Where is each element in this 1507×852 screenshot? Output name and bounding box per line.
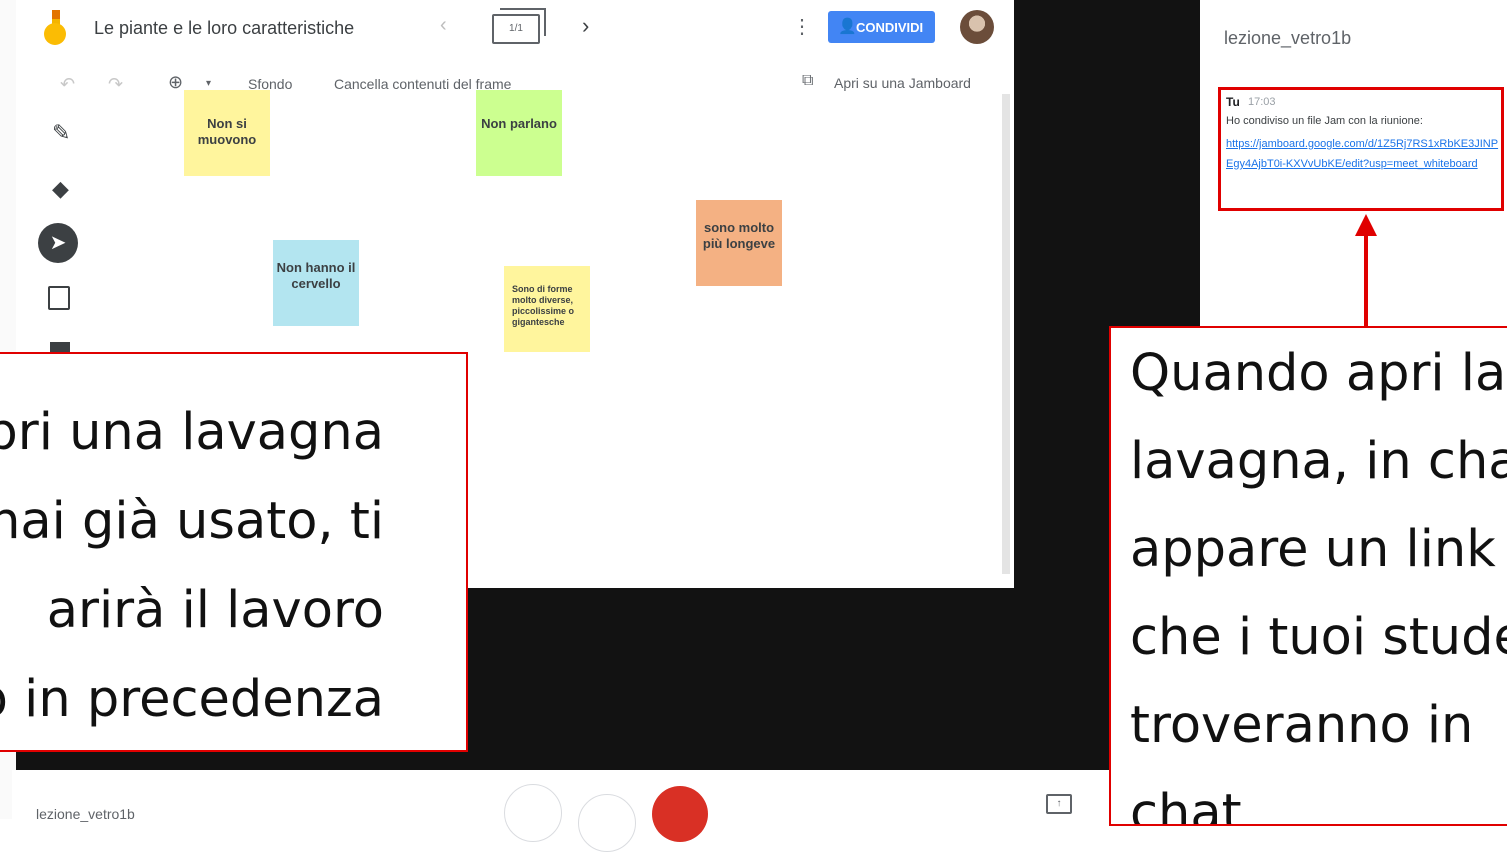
callout-left: pri una lavagna hai già usato, ti arirà … <box>0 352 468 752</box>
callout-line: pri una lavagna <box>0 403 384 462</box>
next-frame-icon[interactable]: › <box>582 13 589 39</box>
arrow-up-icon <box>1355 214 1377 236</box>
chevron-down-icon[interactable]: ▾ <box>206 78 211 89</box>
arrow-shaft <box>1364 232 1368 328</box>
callout-line: lavagna, in cha <box>1130 432 1507 491</box>
canvas-scrollbar[interactable] <box>1002 94 1010 574</box>
sticky-note[interactable]: Sono di forme molto diverse, piccolissim… <box>504 266 590 352</box>
zoom-icon[interactable]: ⊕ <box>168 72 183 93</box>
jamboard-logo-icon <box>44 10 66 45</box>
callout-line: Quando apri la <box>1130 344 1507 403</box>
chat-title: lezione_vetro1b <box>1224 28 1352 48</box>
undo-icon[interactable]: ↶ <box>60 74 75 95</box>
shape-icon[interactable] <box>50 342 70 352</box>
callout-line: chat <box>1130 784 1242 826</box>
callout-right: Quando apri la lavagna, in cha appare un… <box>1109 326 1507 826</box>
sticky-note[interactable]: Non hanno il cervello <box>273 240 359 326</box>
eraser-icon[interactable]: ◆ <box>52 176 69 202</box>
microphone-button[interactable] <box>504 784 562 842</box>
callout-line: o in precedenza <box>0 670 384 729</box>
sticky-note[interactable]: Non parlano <box>476 90 562 176</box>
pen-icon[interactable]: ✎ <box>52 120 70 146</box>
callout-line: troveranno in <box>1130 696 1474 755</box>
meeting-name: lezione_vetro1b <box>36 806 135 822</box>
callout-left-text: pri una lavagna hai già usato, ti arirà … <box>0 388 384 744</box>
select-icon[interactable]: ➤ <box>38 223 78 263</box>
avatar[interactable] <box>960 10 994 44</box>
jamboard-title: Le piante e le loro caratteristiche <box>94 18 355 38</box>
callout-line: che i tuoi stude <box>1130 608 1507 667</box>
callout-right-text: Quando apri la lavagna, in cha appare un… <box>1130 330 1507 826</box>
present-icon[interactable]: ↑ <box>1046 794 1072 814</box>
chat-highlight-box <box>1218 87 1504 211</box>
sticky-note[interactable]: Non si muovono <box>184 90 270 176</box>
redo-icon[interactable]: ↷ <box>108 74 123 95</box>
end-call-button[interactable] <box>578 794 636 852</box>
sticky-note[interactable]: sono molto più longeve <box>696 200 782 286</box>
open-in-jamboard-button[interactable]: Apri su una Jamboard <box>834 75 971 91</box>
person-add-icon: 👤 <box>838 18 857 35</box>
open-external-icon[interactable]: ⧉ <box>802 72 813 90</box>
callout-line: hai già usato, ti <box>0 492 384 551</box>
previous-frame-icon[interactable]: ‹ <box>440 14 447 37</box>
callout-line: arirà il lavoro <box>46 581 384 640</box>
camera-off-button[interactable] <box>652 786 708 842</box>
sticky-note-icon[interactable] <box>48 286 70 310</box>
more-options-icon[interactable]: ⋮ <box>792 14 812 39</box>
share-button[interactable]: 👤 CONDIVIDI <box>828 11 935 43</box>
frame-counter-button[interactable]: 1/1 <box>492 8 546 44</box>
share-button-label: CONDIVIDI <box>856 20 924 35</box>
callout-line: appare un link <box>1130 520 1496 579</box>
